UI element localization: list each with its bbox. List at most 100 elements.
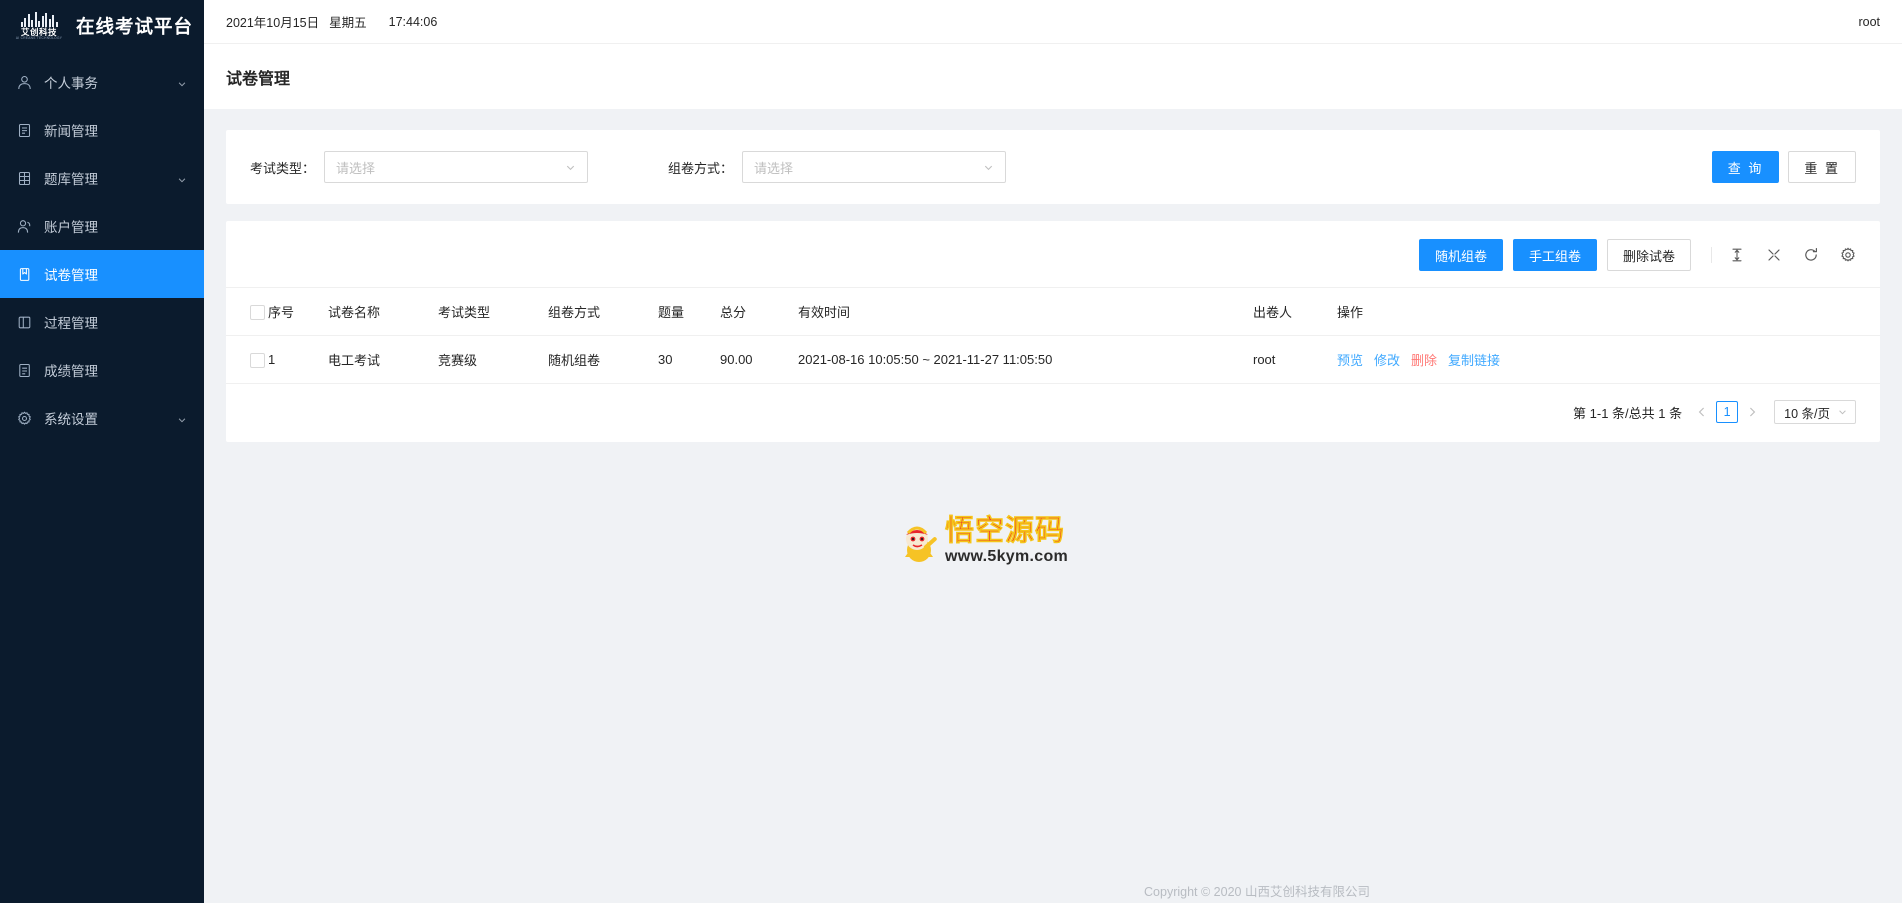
sidebar-item-4[interactable]: 账户管理 [0, 202, 204, 250]
column-header-2: 试卷名称 [328, 287, 438, 336]
sidebar-item-label: 系统设置 [44, 412, 98, 427]
query-button[interactable]: 查 询 [1711, 151, 1780, 183]
table-header-row: 序号 试卷名称 考试类型 组卷方式 题量 总分 有效时间 出卷人 操作 [226, 287, 1880, 336]
sidebar-item-label: 账户管理 [44, 220, 98, 235]
content-area: 考试类型： 请选择 组卷方式： 请选择 查 询 重 置 随机组卷 手工组卷 删除… [204, 109, 1902, 903]
sidebar-item-1[interactable]: 个人事务 [0, 58, 204, 106]
row-compose-mode: 随机组卷 [548, 335, 658, 384]
user-icon [16, 74, 33, 91]
toolbar-icon-group [1728, 247, 1856, 264]
news-file-icon [16, 122, 33, 139]
watermark-title: 悟空源码 [945, 512, 1066, 547]
row-actions-cell: 预览 修改 删除 复制链接 [1337, 335, 1880, 384]
action-复制链接[interactable]: 复制链接 [1448, 350, 1500, 369]
brand-header: 艾创科技 AI CREANS TECHNOLOGY 在线考试平台 [0, 0, 204, 52]
sidebar-item-label: 过程管理 [44, 316, 98, 331]
column-header-7: 有效时间 [798, 287, 1253, 336]
prev-page-button[interactable] [1696, 401, 1708, 423]
sidebar-item-label: 题库管理 [44, 172, 98, 187]
sidebar-item-7[interactable]: 成绩管理 [0, 346, 204, 394]
sidebar-item-label: 新闻管理 [44, 124, 98, 139]
column-header-9: 操作 [1337, 287, 1880, 336]
database-icon [16, 170, 33, 187]
column-header-3: 考试类型 [438, 287, 548, 336]
column-header-6: 总分 [720, 287, 798, 336]
sidebar-item-3[interactable]: 题库管理 [0, 154, 204, 202]
topbar-time: 17:44:06 [388, 14, 438, 29]
chevron-down-icon [566, 165, 575, 170]
row-author: root [1253, 335, 1337, 384]
row-checkbox[interactable] [250, 352, 265, 368]
delete-paper-button[interactable]: 删除试卷 [1606, 239, 1691, 271]
row-index: 1 [268, 335, 328, 384]
row-question-count: 30 [658, 335, 720, 384]
filter-exam-type-label: 考试类型： [250, 160, 316, 176]
manual-compose-button[interactable]: 手工组卷 [1512, 239, 1597, 271]
density-icon[interactable] [1728, 247, 1745, 264]
column-header-1: 序号 [268, 287, 328, 336]
row-select-cell [226, 335, 268, 384]
fullscreen-icon[interactable] [1765, 247, 1782, 264]
footer-copyright: Copyright © 2020 山西艾创科技有限公司 [1144, 885, 1370, 899]
sidebar-item-8[interactable]: 系统设置 [0, 394, 204, 442]
action-修改[interactable]: 修改 [1374, 350, 1400, 369]
select-all-header [226, 287, 268, 336]
exam-type-placeholder: 请选择 [336, 160, 376, 176]
sidebar: 艾创科技 AI CREANS TECHNOLOGY 在线考试平台 个人事务新闻管… [0, 0, 204, 903]
setting-gear-icon[interactable] [1839, 247, 1856, 264]
row-valid-time: 2021-08-16 10:05:50 ~ 2021-11-27 11:05:5… [798, 335, 1253, 384]
row-action-links: 预览 修改 删除 复制链接 [1337, 350, 1880, 369]
page-title-bar: 试卷管理 [204, 44, 1902, 109]
sidebar-item-label: 成绩管理 [44, 364, 98, 379]
select-all-checkbox[interactable] [250, 304, 265, 320]
pagination: 第 1-1 条/总共 1 条 1 10 条/页 [226, 384, 1880, 442]
filter-compose-mode: 组卷方式： 请选择 [668, 151, 1007, 183]
topbar-username[interactable]: root [1858, 15, 1880, 29]
reload-icon[interactable] [1802, 247, 1819, 264]
table-body: 1 电工考试 竞赛级 随机组卷 30 90.00 2021-08-16 10:05:50 ~… [226, 335, 1880, 384]
table-toolbar: 随机组卷 手工组卷 删除试卷 [226, 221, 1880, 287]
filter-exam-type: 考试类型： 请选择 [250, 151, 589, 183]
filter-card: 考试类型： 请选择 组卷方式： 请选择 查 询 重 置 [226, 130, 1880, 204]
page-size-label: 10 条/页 [1784, 406, 1830, 421]
row-exam-type: 竞赛级 [438, 335, 548, 384]
watermark-text-block: 悟空源码 www.5kym.com [945, 512, 1068, 565]
compose-mode-select[interactable]: 请选择 [742, 151, 1007, 183]
sidebar-item-5[interactable]: 试卷管理 [0, 250, 204, 298]
page-number-1[interactable]: 1 [1716, 401, 1739, 423]
column-header-4: 组卷方式 [548, 287, 658, 336]
sidebar-item-6[interactable]: 过程管理 [0, 298, 204, 346]
action-删除[interactable]: 删除 [1411, 350, 1437, 369]
table-head: 序号 试卷名称 考试类型 组卷方式 题量 总分 有效时间 出卷人 操作 [226, 287, 1880, 336]
brand-mark-en: AI CREANS TECHNOLOGY [15, 36, 63, 41]
page-title: 试卷管理 [226, 70, 291, 88]
brand-title: 在线考试平台 [76, 16, 194, 37]
app-root: 艾创科技 AI CREANS TECHNOLOGY 在线考试平台 个人事务新闻管… [0, 0, 1902, 903]
exam-type-select[interactable]: 请选择 [324, 151, 589, 183]
chevron-down-icon [1839, 410, 1846, 415]
sidebar-menu: 个人事务新闻管理题库管理账户管理试卷管理过程管理成绩管理系统设置 [0, 58, 204, 442]
page-size-select[interactable]: 10 条/页 [1774, 400, 1856, 424]
score-file-icon [16, 362, 33, 379]
row-total-score: 90.00 [720, 335, 798, 384]
random-compose-button[interactable]: 随机组卷 [1418, 239, 1503, 271]
column-header-8: 出卷人 [1253, 287, 1337, 336]
paper-icon [16, 266, 33, 283]
topbar: 2021年10月15日 星期五 17:44:06 root [204, 0, 1902, 44]
row-paper-name: 电工考试 [328, 335, 438, 384]
topbar-date: 2021年10月15日 [226, 16, 320, 30]
topbar-weekday: 星期五 [329, 16, 367, 30]
layout-icon [16, 314, 33, 331]
sidebar-item-label: 试卷管理 [44, 268, 98, 283]
reset-button[interactable]: 重 置 [1788, 151, 1856, 183]
toolbar-divider [1711, 247, 1712, 263]
filter-compose-mode-label: 组卷方式： [668, 160, 734, 176]
action-预览[interactable]: 预览 [1337, 350, 1363, 369]
chevron-down-icon [177, 413, 187, 423]
user-group-icon [16, 218, 33, 235]
sidebar-item-2[interactable]: 新闻管理 [0, 106, 204, 154]
next-page-button[interactable] [1746, 401, 1758, 423]
pagination-total: 第 1-1 条/总共 1 条 [1573, 405, 1683, 421]
table-row[interactable]: 1 电工考试 竞赛级 随机组卷 30 90.00 2021-08-16 10:05:50 ~… [226, 335, 1880, 384]
chevron-down-icon [984, 165, 993, 170]
